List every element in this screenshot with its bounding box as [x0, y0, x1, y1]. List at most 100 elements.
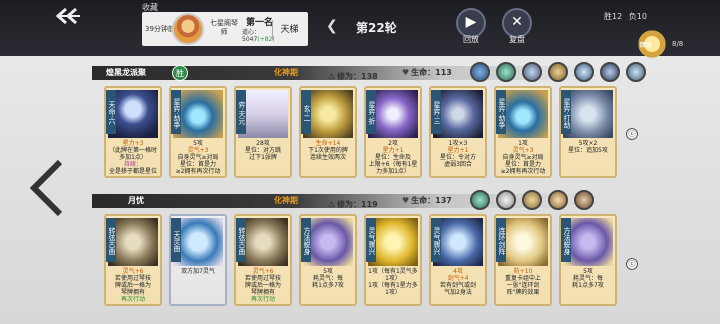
card[interactable]: 星弈·打劫 5攻×2 星位：追加5攻 [559, 86, 617, 178]
card-description: 2攻 星力+1 星位：生命及 上限+6（每有1星力多加1点） [368, 140, 418, 175]
card[interactable]: 星弈·折 2攻 星力+1 星位：生命及 上限+6（每有1星力多加1点） [364, 86, 422, 178]
info-icon[interactable]: ⓒ [626, 258, 638, 270]
card-text-line: 若使用过琴技 [244, 275, 281, 282]
card[interactable]: 连环剑阵 防+10 重复卡组中上 一张"连环剑 阵"牌的效果 [494, 214, 552, 306]
card-description: 1攻×3 星力+1 星位：令对方 虚弱3回合 [433, 140, 483, 168]
card-description: 1攻 灵气+3 自身灵气≥对局 星位：首是力 ≥2拥有再次行动 [498, 140, 548, 175]
card[interactable]: 灵气骤兴 1攻（每有1灵气多1攻） 1攻（每有1星力多1攻） [364, 214, 422, 306]
buff-icon[interactable] [470, 62, 490, 82]
card-name: 星弈·劫争 [496, 90, 506, 134]
card-text-line: 星位：令对方 [439, 154, 476, 161]
card-text-line: 生命+14 [315, 140, 341, 147]
avatar[interactable] [172, 13, 204, 45]
round-prev-icon[interactable]: ❮ [326, 18, 338, 34]
buff-icon[interactable] [496, 190, 516, 210]
card-text-line: 持续： [123, 161, 142, 168]
card-name: 玄·二 [301, 90, 311, 134]
card[interactable]: 星弈·劫争 5攻 灵气+3 自身灵气≥对局 星位：首是力 ≥2拥有再次行动 [169, 86, 227, 178]
player-2-cultivation: 🜂 修为：119 [328, 200, 378, 209]
buff-icon[interactable] [522, 62, 542, 82]
card-text-line: 琴牌拥有 [120, 289, 145, 296]
card-name: 星弈·劫争 [171, 90, 181, 134]
player-1-header: 煌黑龙派聚 命元：2 化神期 🜂 修为：138 ♥ 生命：113 [92, 66, 592, 81]
player-1-name: 煌黑龙派聚 [106, 68, 146, 77]
card-text-line: 灵气+3 [512, 147, 534, 154]
ladder-button[interactable]: 天梯 [272, 20, 306, 40]
player-1-cultivation: 🜂 修为：138 [328, 72, 378, 81]
match-time: 39分钟前 [145, 25, 175, 33]
buff-icon[interactable] [600, 62, 620, 82]
card-text-line: ≥2拥有再次行动 [500, 168, 546, 175]
card-description: 5攻 灵气+3 自身灵气≥对局 星位：首是力 ≥2拥有再次行动 [173, 140, 223, 175]
close-x-icon: ✕ [511, 14, 523, 30]
buff-icon[interactable] [548, 190, 568, 210]
card-description: 5攻 耗灵气：每 耗1点多7攻 [563, 268, 613, 289]
buff-icon[interactable] [548, 62, 568, 82]
card-text-line: 2攻 [388, 140, 398, 147]
back-button[interactable] [52, 6, 82, 26]
card-description: 1攻（每有1灵气多1攻） 1攻（每有1星力多1攻） [368, 268, 418, 296]
card-text-line: 4攻 [453, 268, 463, 275]
info-icon[interactable]: ⓒ [626, 128, 638, 140]
prev-player-chevron-icon[interactable] [26, 158, 66, 218]
player-2-name: 月忧 [128, 196, 144, 205]
card-name: 星弈·三 [431, 90, 441, 134]
win-label: 胜 [604, 12, 612, 21]
card-name: 星弈·折 [366, 90, 376, 134]
card-text-line: 上限+6（每有1星力多加1点） [368, 161, 418, 175]
card-text-line: 28攻 [256, 140, 270, 147]
card-description: 灵气+6 若使用过琴技 牌或后一格为 琴牌拥有 再次行动 [238, 268, 288, 303]
card-text-line: 灵气+3 [187, 147, 209, 154]
card-text-line: 5攻 [323, 268, 333, 275]
card[interactable]: 弈·天元 28攻 星位：对方跳 过下1张牌 [234, 86, 292, 178]
buff-icon[interactable] [626, 62, 646, 82]
card-text-line: 再次行动 [250, 296, 275, 303]
card-text-line: 星位：生命及 [374, 154, 411, 161]
card-text-line: 星力+1 [447, 147, 469, 154]
card-text-line: 5攻 [583, 268, 593, 275]
rank-points: 5047(+82) [242, 36, 275, 43]
top-bar: 收藏 39分钟前 七星阁琴师 第一名 道心： 5047(+82) 天梯 ❮ 第2… [0, 0, 720, 60]
card-text-line: 星位：首是力 [504, 161, 541, 168]
buff-icon[interactable] [574, 62, 594, 82]
card-name: 弈·天元 [236, 90, 246, 134]
buff-icon[interactable] [496, 62, 516, 82]
card-text-line: 阵"牌的效果 [506, 289, 540, 296]
double-chevron-left-icon [55, 7, 80, 25]
turn-label: 回合 [640, 42, 653, 49]
card-text-line: 耗1点多7攻 [312, 282, 344, 289]
card[interactable]: 方法蜕身 5攻 耗灵气：每 耗1点多7攻 [299, 214, 357, 306]
card[interactable]: 天灵曲 双方加7灵气 [169, 214, 227, 306]
round-label: 第22轮 [356, 21, 397, 35]
card[interactable]: 星弈·劫争 1攻 灵气+3 自身灵气≥对局 星位：首是力 ≥2拥有再次行动 [494, 86, 552, 178]
card[interactable]: 方法蜕身 5攻 耗灵气：每 耗1点多7攻 [559, 214, 617, 306]
card[interactable]: 转弦古曲 灵气+6 若使用过琴技 牌或后一格为 琴牌拥有 再次行动 [104, 214, 162, 306]
card-name: 转弦古曲 [106, 218, 116, 262]
card[interactable]: 转弦古曲灵气+6 若使用过琴技 牌或后一格为 琴牌拥有 再次行动 [234, 214, 292, 306]
card-text-line: 1攻（每有1灵气多1攻） [368, 268, 418, 282]
card-name: 方法蜕身 [561, 218, 571, 262]
card-description: 5攻 耗灵气：每 耗1点多7攻 [303, 268, 353, 289]
player-title: 七星阁琴师 [210, 19, 238, 36]
card-description: 生命+14 下1次使用的牌 连续生效两次 [303, 140, 353, 161]
card[interactable]: 天命·六 星力+3 （此牌在第一格时多加1点） 持续： 全是移于都是星位 [104, 86, 162, 178]
card-name: 转弦古曲 [236, 218, 246, 262]
card[interactable]: 星弈·三 1攻×3 星力+1 星位：令对方 虚弱3回合 [429, 86, 487, 178]
lose-count: 10 [636, 12, 647, 21]
buff-icon[interactable] [574, 190, 594, 210]
replay-label: 回放 [463, 35, 479, 44]
win-badge: 胜 [172, 65, 188, 81]
card-text-line: 虚弱3回合 [444, 161, 472, 168]
buff-icon[interactable] [522, 190, 542, 210]
card-text-line: 耗灵气：每 [572, 275, 603, 282]
buff-icon[interactable] [470, 190, 490, 210]
card-text-line: （此牌在第一格时多加1点） [108, 147, 157, 161]
card-name: 灵气骤兴 [431, 218, 441, 262]
card-text-line: 星位：首是力 [179, 161, 216, 168]
card-name: 天命·六 [106, 90, 116, 134]
player-1-realm: 化神期 [274, 68, 298, 77]
card-text-line: 双方加7灵气 [181, 268, 215, 275]
card[interactable]: 玄·二生命+14 下1次使用的牌 连续生效两次 [299, 86, 357, 178]
card-name: 星弈·打劫 [561, 90, 571, 134]
card[interactable]: 灵气骤兴 4攻 剑气+4 若有剑气或剑 气加2身法 [429, 214, 487, 306]
